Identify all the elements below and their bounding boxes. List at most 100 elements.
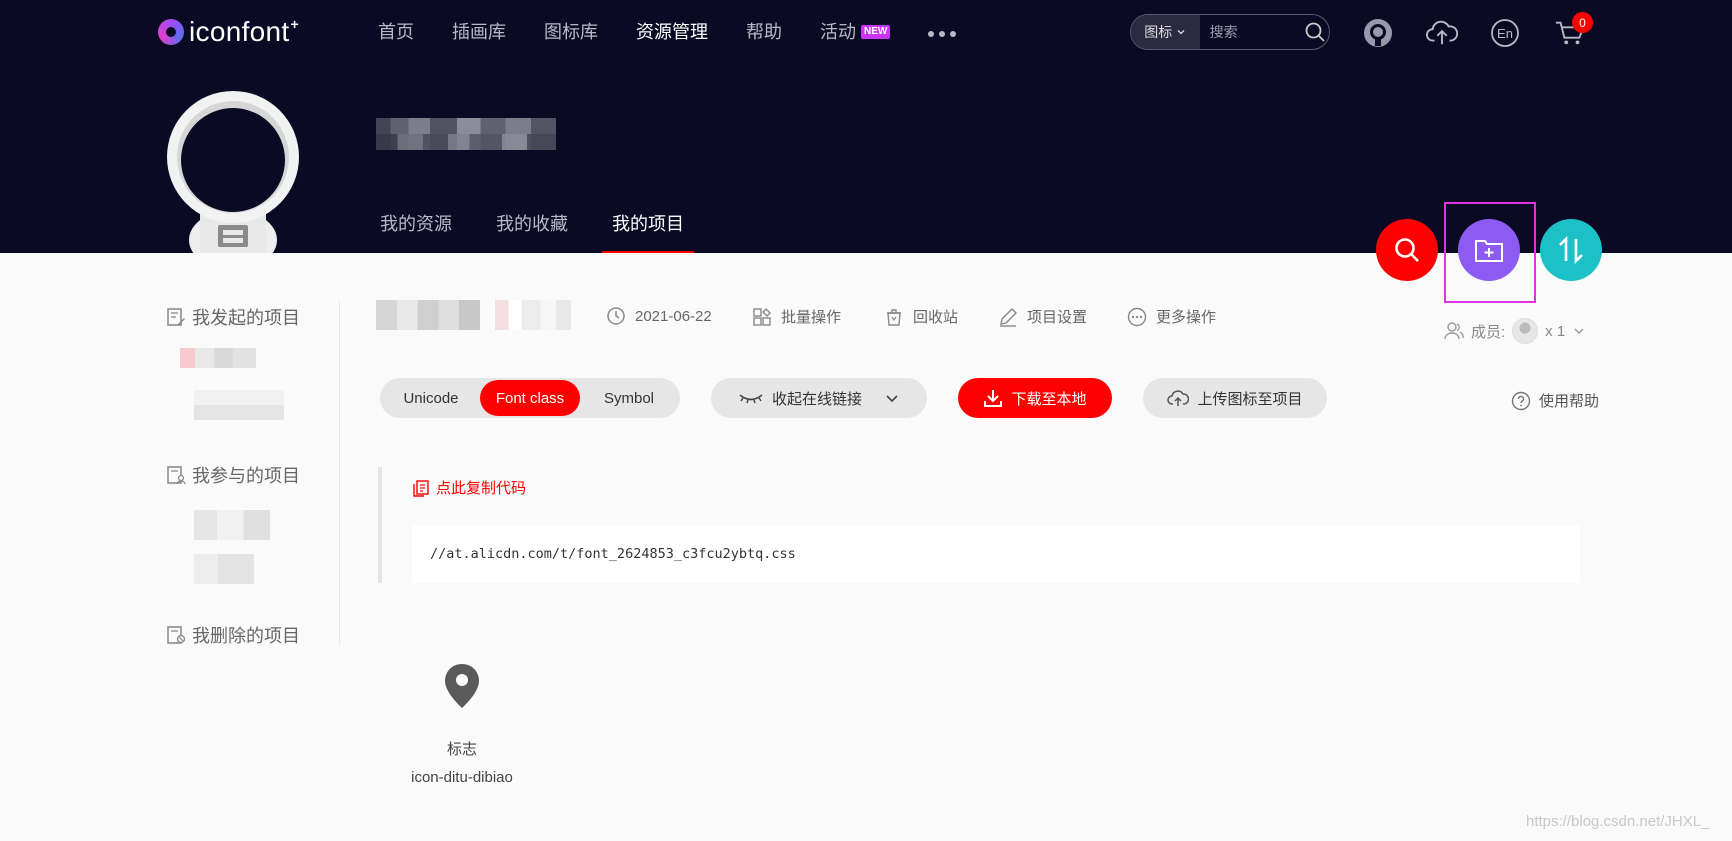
document-user-icon — [167, 466, 186, 485]
folder-add-icon — [1475, 240, 1503, 262]
nav-icons[interactable]: 图标库 — [544, 18, 598, 46]
chevron-down-icon — [886, 395, 898, 403]
copy-code-label: 点此复制代码 — [436, 480, 527, 497]
search-type-select[interactable]: 图标 — [1131, 15, 1200, 49]
tab-my-projects[interactable]: 我的项目 — [602, 210, 694, 253]
project-settings-label: 项目设置 — [1027, 309, 1088, 326]
sort-button[interactable] — [1540, 219, 1602, 281]
sidebar-item-deleted-projects[interactable]: 我删除的项目 — [166, 622, 300, 648]
batch-operation-button[interactable]: 批量操作 — [752, 306, 841, 327]
copy-code-link[interactable]: 点此复制代码 — [412, 477, 526, 498]
nav-help-label: 帮助 — [746, 22, 782, 42]
nav-home-label: 首页 — [378, 22, 414, 42]
recycle-bin-label: 回收站 — [913, 309, 959, 326]
nav-icons-label: 图标库 — [544, 22, 598, 42]
member-avatar — [1512, 318, 1539, 344]
online-link-panel: 点此复制代码 //at.alicdn.com/t/font_2624853_c3… — [378, 467, 1580, 583]
nav-help[interactable]: 帮助 — [746, 18, 782, 46]
css-link-code[interactable]: //at.alicdn.com/t/font_2624853_c3fcu2ybt… — [412, 525, 1580, 583]
chevron-down-icon — [1177, 30, 1185, 35]
help-circle-icon — [1511, 391, 1531, 410]
search-bar: 图标 — [1130, 14, 1330, 50]
mode-symbol[interactable]: Symbol — [580, 380, 678, 416]
mode-unicode[interactable]: Unicode — [382, 380, 480, 416]
sort-arrows-icon — [1559, 236, 1583, 264]
cart-count-badge: 0 — [1572, 12, 1593, 33]
nav-more-icon[interactable] — [928, 20, 957, 48]
language-switch[interactable]: En — [1489, 17, 1521, 49]
logo-plus: + — [290, 16, 299, 32]
project-item-redacted[interactable] — [194, 554, 254, 584]
nav-illustrations[interactable]: 插画库 — [452, 18, 506, 46]
document-edit-icon — [167, 308, 185, 326]
upload-icons-button[interactable]: 上传图标至项目 — [1143, 378, 1327, 418]
new-badge: NEW — [861, 25, 891, 39]
project-name-redacted — [376, 300, 480, 330]
upload-cloud-icon[interactable] — [1426, 17, 1458, 49]
trash-icon — [887, 308, 901, 326]
iconfont-logo[interactable]: iconfont + — [158, 14, 299, 50]
document-delete-icon — [167, 626, 186, 644]
batch-operation-label: 批量操作 — [781, 309, 842, 326]
members-icon — [1444, 322, 1464, 340]
icon-card[interactable]: 标志 icon-ditu-dibiao — [392, 662, 532, 802]
search-type-label: 图标 — [1144, 24, 1173, 40]
more-icon — [1127, 307, 1147, 326]
usage-help-link[interactable]: 使用帮助 — [1511, 390, 1599, 411]
nav-activities-label: 活动 — [820, 22, 856, 42]
project-sidebar: 我发起的项目 我参与的项目 我删除的项目 — [166, 300, 340, 648]
icon-class-name: icon-ditu-dibiao — [411, 769, 513, 786]
watermark: https://blog.csdn.net/JHXL_ — [1526, 813, 1710, 830]
download-local-label: 下载至本地 — [1011, 390, 1087, 408]
edit-icon — [1000, 307, 1017, 327]
project-item-redacted[interactable] — [180, 348, 256, 368]
batch-icon — [753, 307, 771, 326]
nav-resource-management[interactable]: 资源管理 — [636, 18, 708, 46]
sidebar-item-joined-projects-label: 我参与的项目 — [192, 466, 300, 486]
tab-my-favorites[interactable]: 我的收藏 — [496, 210, 568, 253]
chevron-down-icon — [1574, 328, 1584, 334]
mode-font-class[interactable]: Font class — [480, 380, 580, 416]
logo-text: iconfont — [189, 16, 290, 47]
language-label: En — [1497, 25, 1513, 41]
profile-header: iconfont + 首页 插画库 图标库 资源管理 帮助 活动 NEW 图标 — [0, 0, 1732, 253]
members-count: x 1 — [1545, 322, 1566, 340]
nav-activities[interactable]: 活动 NEW — [820, 18, 891, 46]
search-icon — [1395, 238, 1419, 262]
collapse-online-link-label: 收起在线链接 — [771, 390, 862, 408]
search-project-button[interactable] — [1376, 219, 1438, 281]
username-redacted — [376, 118, 556, 150]
project-members[interactable]: 成员: x 1 — [1444, 318, 1586, 344]
search-input[interactable] — [1209, 24, 1302, 40]
nav-home[interactable]: 首页 — [378, 18, 414, 46]
copy-icon — [413, 479, 429, 497]
new-project-button[interactable] — [1458, 219, 1520, 281]
project-date: 2021-06-22 — [606, 306, 712, 326]
eye-closed-icon — [739, 394, 763, 404]
clock-icon — [607, 307, 625, 325]
collapse-online-link-button[interactable]: 收起在线链接 — [711, 378, 927, 418]
recycle-bin-button[interactable]: 回收站 — [884, 306, 958, 327]
sidebar-item-my-projects-label: 我发起的项目 — [192, 308, 300, 328]
project-item-redacted[interactable] — [194, 390, 284, 420]
user-avatar[interactable] — [166, 90, 300, 253]
more-operations-button[interactable]: 更多操作 — [1127, 306, 1216, 327]
github-icon[interactable] — [1362, 17, 1394, 49]
project-date-label: 2021-06-22 — [635, 307, 712, 325]
upload-cloud-icon — [1167, 390, 1190, 406]
download-icon — [984, 390, 1003, 407]
nav-illustrations-label: 插画库 — [452, 22, 506, 42]
logo-mark-icon — [158, 19, 184, 45]
sidebar-item-my-projects[interactable]: 我发起的项目 — [166, 304, 300, 330]
download-local-button[interactable]: 下载至本地 — [958, 378, 1112, 418]
upload-icons-label: 上传图标至项目 — [1197, 390, 1303, 408]
search-icon[interactable] — [1302, 18, 1329, 46]
project-settings-button[interactable]: 项目设置 — [998, 306, 1087, 327]
top-navigation: iconfont + 首页 插画库 图标库 资源管理 帮助 活动 NEW 图标 — [0, 0, 1732, 64]
nav-resource-management-label: 资源管理 — [636, 22, 708, 42]
profile-tabs: 我的资源 我的收藏 我的项目 — [380, 210, 728, 253]
sidebar-item-joined-projects[interactable]: 我参与的项目 — [166, 462, 300, 488]
usage-help-label: 使用帮助 — [1539, 393, 1600, 410]
tab-my-resources[interactable]: 我的资源 — [380, 210, 452, 253]
project-item-redacted[interactable] — [194, 510, 270, 540]
